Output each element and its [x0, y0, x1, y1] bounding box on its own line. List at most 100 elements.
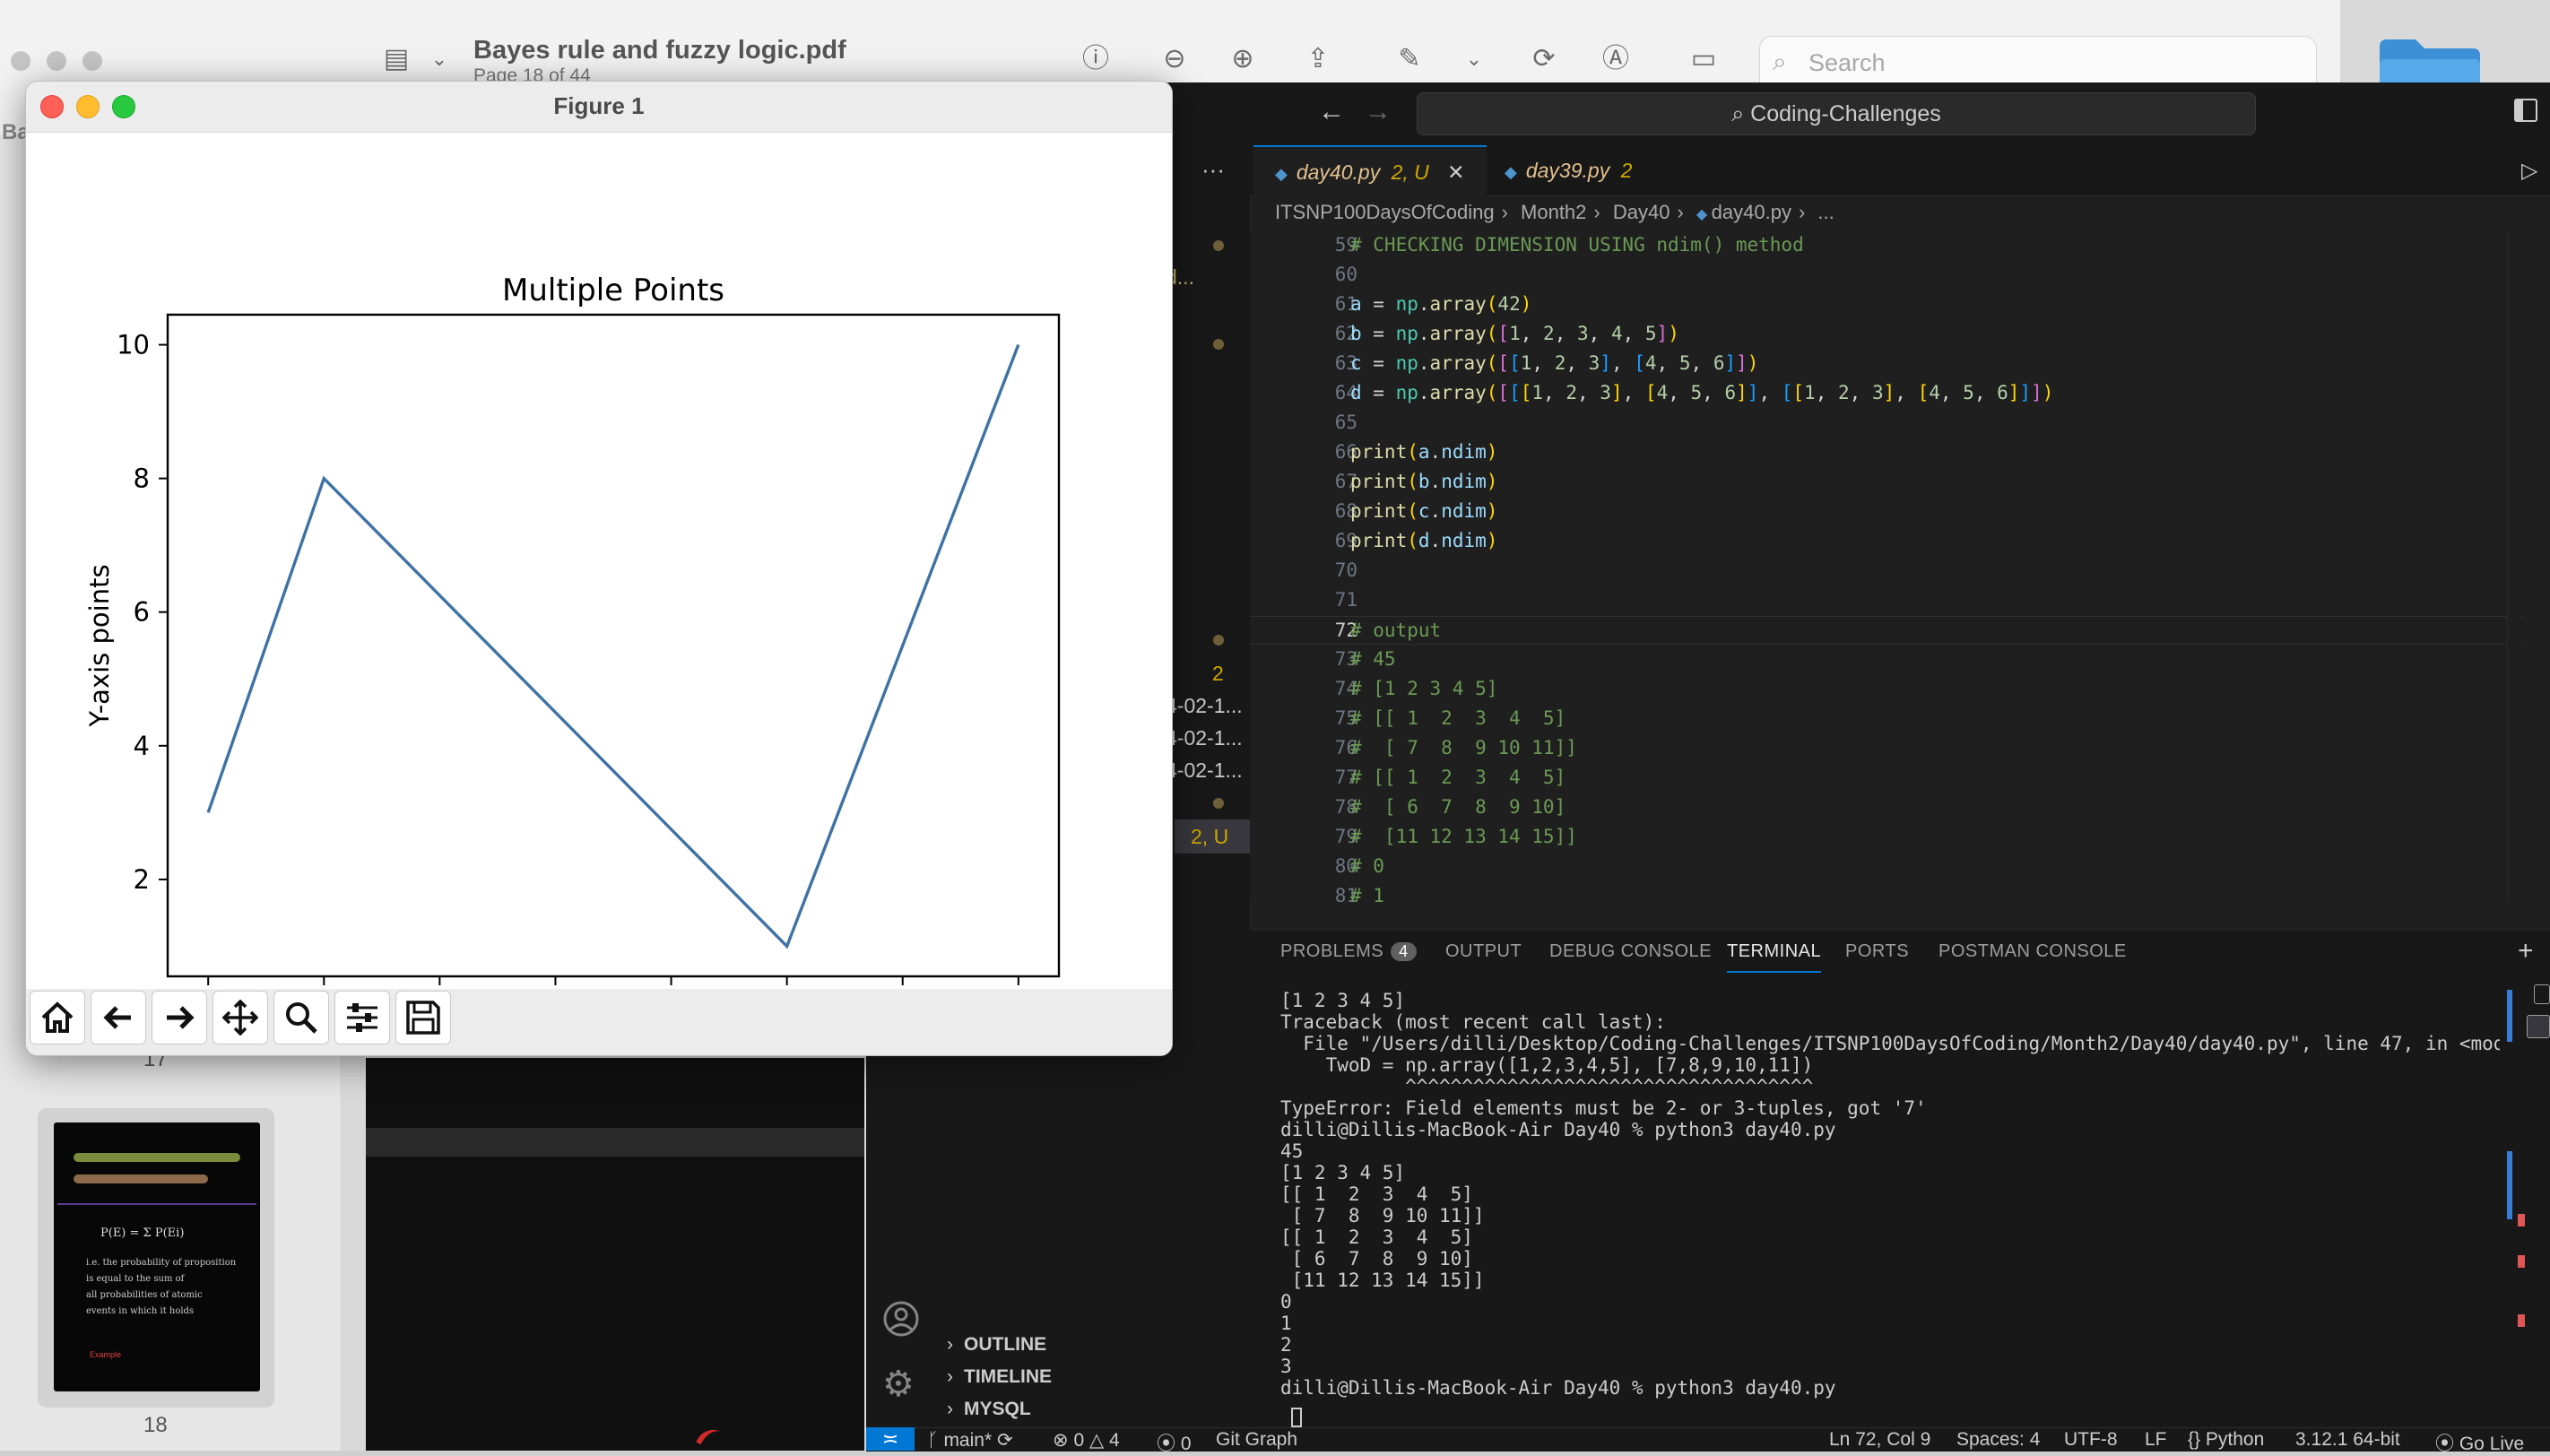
back-button[interactable] — [91, 991, 146, 1044]
breadcrumb-item[interactable]: Month2 — [1521, 201, 1586, 223]
more-actions-icon[interactable]: ··· — [1201, 156, 1225, 184]
code-editor[interactable]: 59# CHECKING DIMENSION USING ndim() meth… — [1250, 231, 2523, 902]
info-icon[interactable]: ⓘ — [1078, 41, 1114, 77]
editor-scrollbar[interactable] — [2507, 231, 2520, 902]
save-button[interactable] — [395, 991, 451, 1044]
go-live-button[interactable]: ⦿ Go Live — [2435, 1429, 2524, 1456]
tab-day40[interactable]: ◆day40.py 2, U ✕ — [1253, 145, 1487, 197]
annotate-icon[interactable]: Ⓐ — [1598, 41, 1634, 77]
forward-arrow-icon[interactable]: → — [1365, 97, 1392, 127]
indentation-status[interactable]: Spaces: 4 — [1956, 1429, 2040, 1451]
explorer-item[interactable]: 4-02-1... — [1166, 694, 1243, 718]
code-line[interactable]: 69print(d.ndim) — [1250, 527, 2523, 554]
thumbnail-page-18[interactable]: P(E) = Σ P(Ei) i.e. the probability of p… — [54, 1122, 260, 1391]
explorer-item[interactable]: 4-02-1... — [1166, 726, 1243, 750]
tab-ports[interactable]: PORTS — [1845, 941, 1909, 962]
breadcrumb-item[interactable]: ... — [1817, 201, 1834, 223]
problems-status[interactable]: ⊗ 0 △ 4 — [1053, 1429, 1120, 1452]
code-text: # 45 — [1350, 646, 1396, 672]
remote-indicator-icon[interactable]: ≍ — [866, 1427, 915, 1451]
code-line[interactable]: 78# [ 6 7 8 9 10] — [1250, 793, 2523, 820]
interpreter-status[interactable]: 3.12.1 64-bit — [2295, 1429, 2400, 1451]
markup-icon[interactable]: ✎ — [1392, 41, 1427, 77]
code-line[interactable]: 61a = np.array(42) — [1250, 290, 2523, 317]
code-line[interactable]: 62b = np.array([1, 2, 3, 4, 5]) — [1250, 320, 2523, 347]
code-line[interactable]: 67print(b.ndim) — [1250, 468, 2523, 495]
code-text: # 0 — [1350, 853, 1384, 880]
modified-dot — [1213, 798, 1224, 809]
eol-status[interactable]: LF — [2145, 1429, 2167, 1451]
code-line[interactable]: 79# [11 12 13 14 15]] — [1250, 823, 2523, 850]
pdf-zoom-button[interactable] — [82, 51, 102, 71]
tab-postman-console[interactable]: POSTMAN CONSOLE — [1939, 941, 2127, 962]
timeline-section[interactable]: ›TIMELINE — [947, 1366, 1052, 1388]
language-status[interactable]: {} Python — [2188, 1429, 2264, 1451]
git-graph-button[interactable]: Git Graph — [1216, 1429, 1297, 1451]
explorer-item[interactable]: 4-02-1... — [1166, 758, 1243, 783]
zoom-in-icon[interactable]: ⊕ — [1225, 41, 1261, 77]
code-line[interactable]: 73# 45 — [1250, 646, 2523, 672]
code-line[interactable]: 81# 1 — [1250, 882, 2523, 902]
terminal-line: 1 — [1280, 1313, 1292, 1334]
tab-output[interactable]: OUTPUT — [1445, 941, 1522, 962]
back-arrow-icon[interactable]: ← — [1318, 97, 1345, 127]
branch-status[interactable]: ᚴ main* ⟳ — [927, 1429, 1013, 1452]
cursor-position[interactable]: Ln 72, Col 9 — [1829, 1429, 1930, 1451]
toggle-panel-icon[interactable] — [2514, 99, 2537, 122]
encoding-status[interactable]: UTF-8 — [2064, 1429, 2118, 1451]
configure-button[interactable] — [334, 991, 390, 1044]
pdf-close-button[interactable] — [11, 51, 30, 71]
code-line[interactable]: 66print(a.ndim) — [1250, 438, 2523, 465]
sidebar-toggle-icon[interactable]: ▤ — [378, 41, 414, 77]
share-icon[interactable]: ⇪ — [1300, 41, 1336, 77]
code-line[interactable]: 77# [[ 1 2 3 4 5] — [1250, 764, 2523, 791]
rotate-icon[interactable]: ⟳ — [1526, 41, 1562, 77]
code-line[interactable]: 76# [ 7 8 9 10 11]] — [1250, 734, 2523, 761]
add-terminal-icon[interactable]: + — [2518, 936, 2534, 966]
home-button[interactable] — [30, 991, 85, 1044]
zoom-out-icon[interactable]: ⊖ — [1157, 41, 1193, 77]
code-line[interactable]: 71 — [1250, 586, 2523, 613]
code-line[interactable]: 65 — [1250, 409, 2523, 436]
code-line[interactable]: 74# [1 2 3 4 5] — [1250, 675, 2523, 702]
markup-menu-icon[interactable]: ⌄ — [1456, 41, 1492, 77]
tab-terminal[interactable]: TERMINAL — [1727, 941, 1821, 973]
terminal-instance-icon[interactable] — [2527, 1015, 2550, 1038]
line-number: 68 — [1250, 498, 1357, 524]
command-center[interactable]: ⌕ Coding-Challenges — [1417, 92, 2256, 135]
pan-button[interactable] — [212, 991, 268, 1044]
tab-problems[interactable]: PROBLEMS4 — [1280, 941, 1417, 962]
breadcrumb-item[interactable]: day40.py — [1712, 201, 1791, 223]
terminal-instance-icon[interactable] — [2534, 984, 2550, 1004]
outline-section[interactable]: ›OUTLINE — [947, 1334, 1046, 1356]
line-chart[interactable]: 12345678246810Multiple PointsX-axis poin… — [26, 132, 1172, 989]
code-line[interactable]: 70 — [1250, 557, 2523, 584]
pdf-page-view[interactable] — [366, 1058, 864, 1451]
zoom-button[interactable] — [273, 991, 329, 1044]
form-icon[interactable]: ▭ — [1686, 41, 1722, 77]
code-line[interactable]: 59# CHECKING DIMENSION USING ndim() meth… — [1250, 231, 2523, 258]
tab-debug-console[interactable]: DEBUG CONSOLE — [1549, 941, 1712, 962]
code-line[interactable]: 75# [[ 1 2 3 4 5] — [1250, 705, 2523, 732]
close-icon[interactable]: ✕ — [1447, 160, 1464, 184]
breadcrumb-item[interactable]: ITSNP100DaysOfCoding — [1275, 201, 1495, 223]
breadcrumb-item[interactable]: Day40 — [1613, 201, 1670, 223]
code-line[interactable]: 60 — [1250, 261, 2523, 288]
chevron-down-icon[interactable]: ⌄ — [421, 41, 457, 77]
run-icon[interactable]: ▷ — [2521, 158, 2537, 184]
y-tick-label: 4 — [134, 731, 150, 761]
terminal-output[interactable]: [1 2 3 4 5]Traceback (most recent call l… — [1280, 990, 2500, 1424]
account-icon[interactable] — [882, 1300, 920, 1338]
code-line[interactable]: 64d = np.array([[[1, 2, 3], [4, 5, 6]], … — [1250, 379, 2523, 406]
tab-day39[interactable]: ◆day39.py 2 — [1488, 145, 1666, 195]
code-line[interactable]: 63c = np.array([[1, 2, 3], [4, 5, 6]]) — [1250, 350, 2523, 377]
terminal-line: [1 2 3 4 5] — [1280, 1162, 1405, 1183]
mysql-section[interactable]: ›MYSQL — [947, 1399, 1031, 1420]
code-line[interactable]: 80# 0 — [1250, 853, 2523, 880]
gear-icon[interactable]: ⚙ — [882, 1366, 915, 1402]
code-line[interactable]: 68print(c.ndim) — [1250, 498, 2523, 524]
forward-button[interactable] — [152, 991, 207, 1044]
code-line[interactable]: 72# output — [1250, 616, 2523, 645]
pdf-minimize-button[interactable] — [47, 51, 66, 71]
ports-status[interactable]: ⦿ 0 — [1157, 1429, 1192, 1456]
